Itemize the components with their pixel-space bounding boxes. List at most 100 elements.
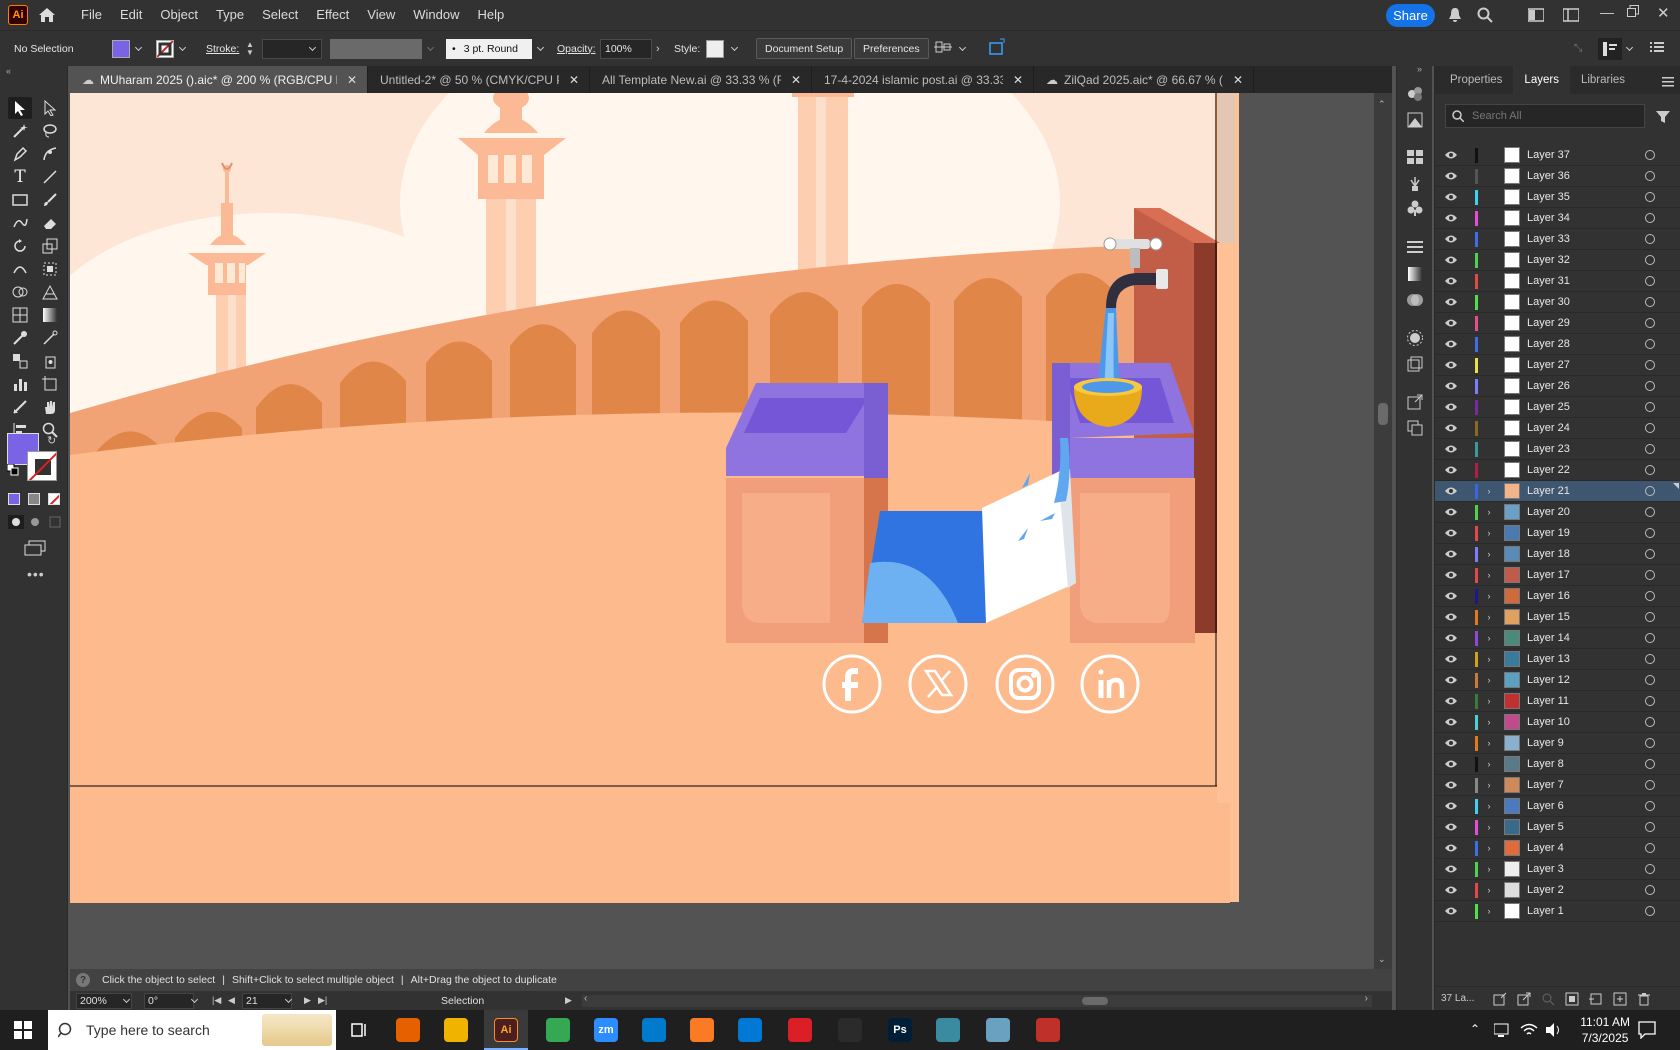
target-circle-icon[interactable] [1645, 570, 1655, 580]
layer-name[interactable]: Layer 1 [1527, 905, 1627, 917]
layer-name[interactable]: Layer 7 [1527, 779, 1627, 791]
preferences-button[interactable]: Preferences [854, 38, 929, 59]
expand-layer-icon[interactable]: › [1482, 822, 1496, 832]
layer-row[interactable]: › Layer 13 [1435, 649, 1680, 670]
chevron-down-icon[interactable] [536, 44, 546, 54]
target-circle-icon[interactable] [1645, 423, 1655, 433]
rectangle-tool-icon[interactable] [8, 189, 32, 211]
menu-item-view[interactable]: View [358, 0, 404, 30]
target-circle-icon[interactable] [1645, 696, 1655, 706]
pen-app-icon[interactable] [838, 1018, 862, 1042]
visibility-eye-icon[interactable] [1441, 885, 1461, 895]
visibility-eye-icon[interactable] [1441, 633, 1461, 643]
expand-layer-icon[interactable]: › [1482, 633, 1496, 643]
layer-name[interactable]: Layer 8 [1527, 758, 1627, 770]
layer-name[interactable]: Layer 34 [1527, 212, 1627, 224]
visibility-eye-icon[interactable] [1441, 444, 1461, 454]
visibility-eye-icon[interactable] [1441, 192, 1461, 202]
expand-layer-icon[interactable]: › [1482, 843, 1496, 853]
filter-icon[interactable] [1656, 110, 1670, 127]
artboards-icon[interactable] [1407, 420, 1423, 439]
app-note-icon[interactable] [986, 1018, 1010, 1042]
document-tab[interactable]: Untitled-2* @ 50 % (CMYK/CPU Previ... ✕ [368, 66, 590, 93]
expand-layer-icon[interactable]: › [1482, 549, 1496, 559]
task-view-icon[interactable] [350, 1021, 368, 1042]
layer-row[interactable]: Layer 28 [1435, 334, 1680, 355]
expand-layer-icon[interactable]: › [1482, 759, 1496, 769]
search-icon[interactable] [1477, 7, 1493, 26]
new-sublayer-icon[interactable] [1589, 992, 1603, 1006]
layer-name[interactable]: Layer 36 [1527, 170, 1627, 182]
target-circle-icon[interactable] [1645, 192, 1655, 202]
panel-menu-icon[interactable] [1662, 76, 1674, 90]
visibility-eye-icon[interactable] [1441, 318, 1461, 328]
volume-icon[interactable] [1545, 1022, 1563, 1041]
align-icon[interactable] [934, 39, 952, 58]
visibility-eye-icon[interactable] [1441, 864, 1461, 874]
symbol-sprayer-tool-icon[interactable] [38, 350, 62, 372]
draw-inside-icon[interactable] [48, 515, 62, 532]
variable-width-profile[interactable] [330, 38, 422, 59]
expand-layer-icon[interactable]: › [1482, 528, 1496, 538]
eyedropper-tool-icon[interactable] [8, 327, 32, 349]
visibility-eye-icon[interactable] [1441, 675, 1461, 685]
collapse-icon[interactable]: « [6, 66, 11, 76]
firefox-icon[interactable] [396, 1018, 420, 1042]
layer-name[interactable]: Layer 19 [1527, 527, 1627, 539]
collect-export-icon[interactable] [1493, 992, 1507, 1006]
visibility-eye-icon[interactable] [1441, 717, 1461, 727]
gradient-tool-icon[interactable] [38, 304, 62, 326]
layer-row[interactable]: Layer 30 [1435, 292, 1680, 313]
layer-name[interactable]: Layer 25 [1527, 401, 1627, 413]
layer-name[interactable]: Layer 28 [1527, 338, 1627, 350]
xampp-icon[interactable] [690, 1018, 714, 1042]
visibility-eye-icon[interactable] [1441, 234, 1461, 244]
layer-row[interactable]: Layer 22 [1435, 460, 1680, 481]
perspective-grid-tool-icon[interactable] [38, 281, 62, 303]
layer-row[interactable]: › Layer 5 [1435, 817, 1680, 838]
visibility-eye-icon[interactable] [1441, 213, 1461, 223]
visibility-eye-icon[interactable] [1441, 570, 1461, 580]
layer-row[interactable]: › Layer 6 [1435, 796, 1680, 817]
layer-row[interactable]: › Layer 11 [1435, 691, 1680, 712]
layer-row[interactable]: Layer 26 [1435, 376, 1680, 397]
layer-row[interactable]: › Layer 12 [1435, 670, 1680, 691]
vertical-scrollbar[interactable]: ⌃ ⌄ [1374, 93, 1392, 969]
layer-name[interactable]: Layer 17 [1527, 569, 1627, 581]
menu-item-edit[interactable]: Edit [111, 0, 151, 30]
layer-name[interactable]: Layer 22 [1527, 464, 1627, 476]
visibility-eye-icon[interactable] [1441, 528, 1461, 538]
snipping-icon[interactable] [1036, 1018, 1060, 1042]
visibility-eye-icon[interactable] [1441, 255, 1461, 265]
target-circle-icon[interactable] [1645, 360, 1655, 370]
layer-row[interactable]: Layer 37 [1435, 145, 1680, 166]
target-circle-icon[interactable] [1645, 339, 1655, 349]
document-tab[interactable]: ☁ ZilQad 2025.aic* @ 66.67 % (RGB... ✕ [1034, 66, 1254, 93]
trash-icon[interactable] [1637, 992, 1651, 1006]
stroke-stepper[interactable]: ▲ ▼ [246, 40, 256, 57]
layer-name[interactable]: Layer 3 [1527, 863, 1627, 875]
layer-row[interactable]: › Layer 3 [1435, 859, 1680, 880]
target-circle-icon[interactable] [1645, 843, 1655, 853]
image-trace-icon[interactable] [1407, 112, 1423, 131]
hand-tool-icon[interactable] [38, 396, 62, 418]
gradient-mode-icon[interactable] [28, 493, 40, 505]
canvas-area[interactable] [70, 93, 1374, 969]
visibility-eye-icon[interactable] [1441, 612, 1461, 622]
column-graph-tool-icon[interactable] [8, 373, 32, 395]
expand-layer-icon[interactable]: › [1482, 864, 1496, 874]
panel-tab-layers[interactable]: Layers [1513, 66, 1570, 94]
visibility-eye-icon[interactable] [1441, 759, 1461, 769]
opacity-field[interactable]: 100% [600, 38, 652, 59]
layer-name[interactable]: Layer 10 [1527, 716, 1627, 728]
target-circle-icon[interactable] [1645, 465, 1655, 475]
visibility-eye-icon[interactable] [1441, 906, 1461, 916]
target-circle-icon[interactable] [1645, 906, 1655, 916]
target-circle-icon[interactable] [1645, 507, 1655, 517]
expand-layer-icon[interactable]: › [1482, 570, 1496, 580]
gradient-panel-icon[interactable] [1407, 266, 1423, 285]
layer-row[interactable]: › Layer 19 [1435, 523, 1680, 544]
expand-layer-icon[interactable]: › [1482, 675, 1496, 685]
help-icon[interactable]: ? [76, 973, 90, 987]
stroke-color-box[interactable] [27, 451, 57, 481]
